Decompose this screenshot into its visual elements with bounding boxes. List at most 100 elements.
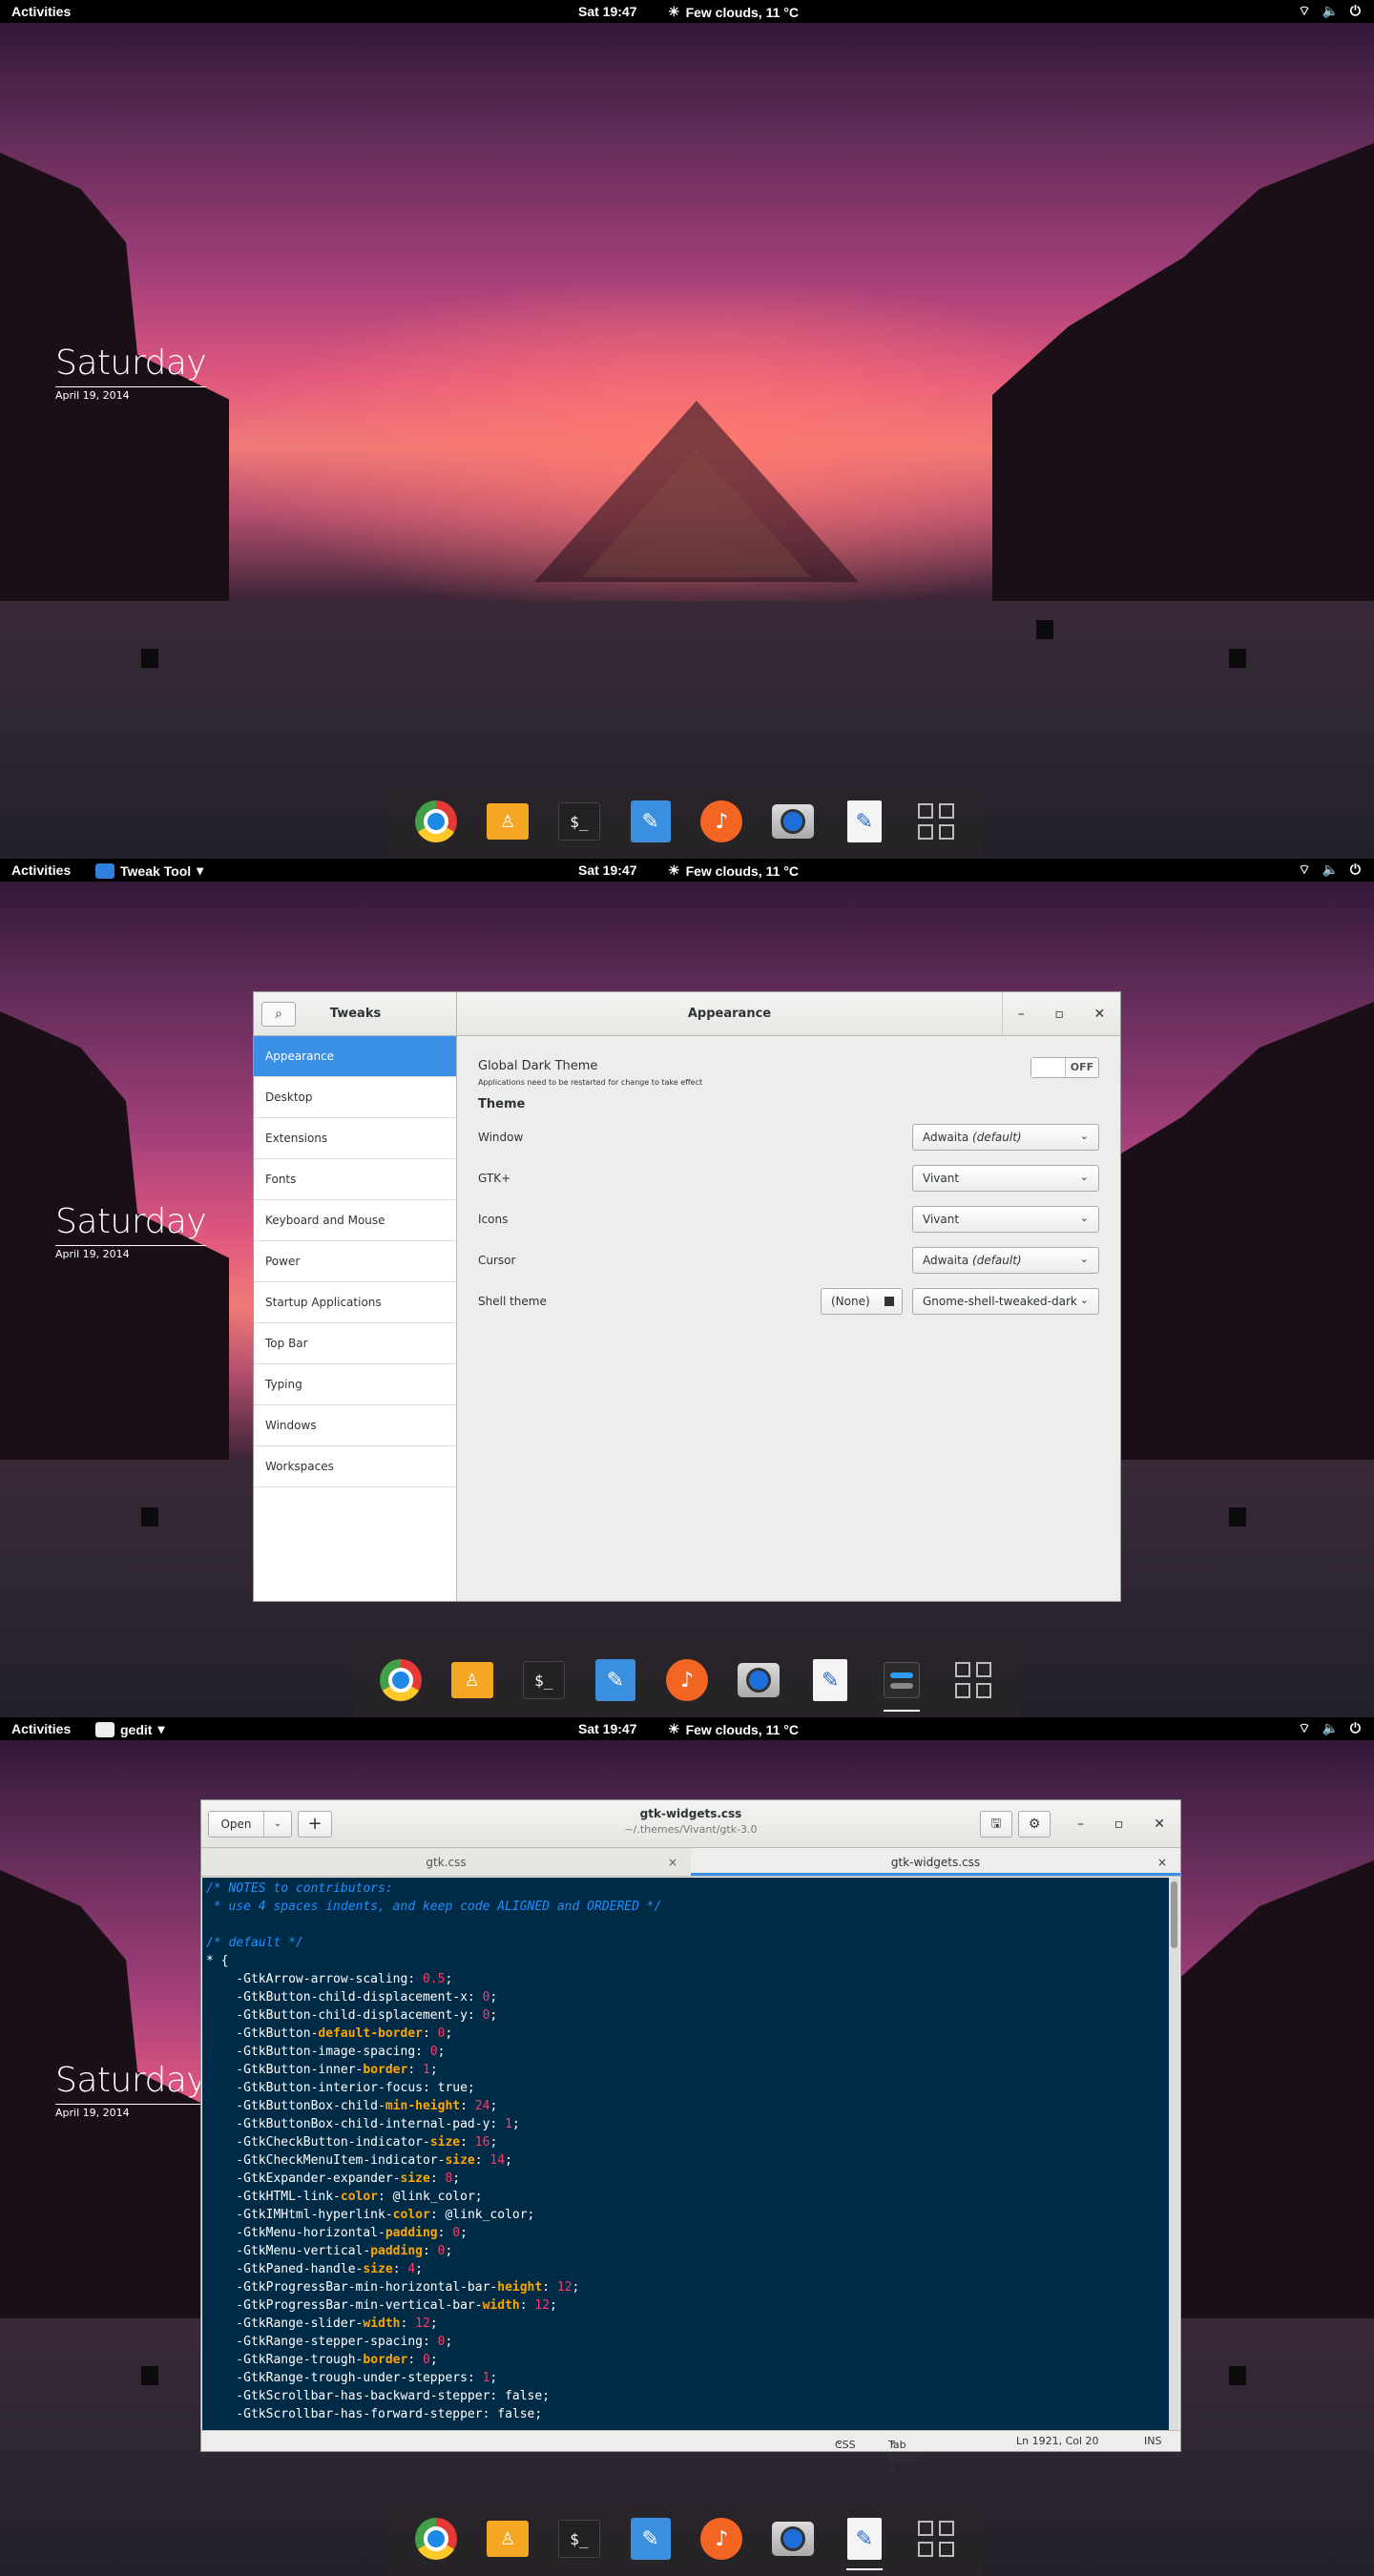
dock-terminal[interactable]: $_ bbox=[557, 2517, 601, 2561]
weather-indicator[interactable]: ☀ Few clouds, 11 °C bbox=[668, 862, 799, 879]
dock-music[interactable]: ♪ bbox=[665, 1658, 709, 1702]
dock-terminal[interactable]: $_ bbox=[522, 1658, 566, 1702]
cursor-theme-select[interactable]: Adwaita (default) ⌄ bbox=[912, 1247, 1099, 1274]
clock[interactable]: Sat 19:47 bbox=[578, 4, 636, 19]
day-name: Saturday bbox=[55, 2061, 207, 2105]
language-label: CSS bbox=[835, 2439, 856, 2451]
tab-gtk-widgets-css[interactable]: gtk-widgets.css × bbox=[691, 1848, 1180, 1876]
bollard bbox=[1229, 2366, 1246, 2385]
dock-gedit[interactable]: ✎ bbox=[843, 800, 886, 843]
shell-theme-reset-button[interactable]: (None) bbox=[821, 1288, 903, 1315]
bollard bbox=[1036, 620, 1053, 639]
icon-theme-select[interactable]: Vivant ⌄ bbox=[912, 1206, 1099, 1233]
date-text: April 19, 2014 bbox=[55, 389, 130, 402]
dark-theme-switch[interactable]: OFF bbox=[1030, 1057, 1099, 1078]
tab-width-selector[interactable]: Tab Width: 8 ⌄ bbox=[888, 2435, 923, 2476]
app-menu-label: Tweak Tool bbox=[120, 862, 192, 879]
shell-theme-select[interactable]: Gnome-shell-tweaked-dark ⌄ bbox=[912, 1288, 1099, 1315]
dock-chrome[interactable] bbox=[379, 1658, 423, 1702]
activities-button[interactable]: Activities bbox=[11, 4, 71, 19]
code-line: /* NOTES to contributors: bbox=[206, 1881, 393, 1896]
dock-camera[interactable] bbox=[737, 1658, 781, 1702]
weather-indicator[interactable]: ☀ Few clouds, 11 °C bbox=[668, 4, 799, 20]
dock-terminal[interactable]: $_ bbox=[557, 800, 601, 843]
sidebar-item-power[interactable]: Power bbox=[254, 1241, 456, 1282]
window-theme-row: Window Adwaita (default) ⌄ bbox=[478, 1124, 1099, 1151]
code-line: -GtkScrollbar-has-backward-stepper: fals… bbox=[206, 2389, 551, 2403]
save-button[interactable]: 🖫 bbox=[980, 1811, 1012, 1838]
minimize-icon[interactable]: – bbox=[1077, 1817, 1084, 1832]
code-editor[interactable]: /* NOTES to contributors: * use 4 spaces… bbox=[202, 1878, 1169, 2430]
sidebar-item-top-bar[interactable]: Top Bar bbox=[254, 1323, 456, 1364]
dock-inkscape[interactable]: ✎ bbox=[629, 2517, 673, 2561]
top-bar: Activities gedit ▾ Sat 19:47 ☀ Few clouds,… bbox=[0, 1717, 1374, 1740]
activities-button[interactable]: Activities bbox=[11, 1721, 71, 1736]
dock-chrome[interactable] bbox=[414, 800, 458, 843]
switch-knob bbox=[1031, 1058, 1066, 1077]
weather-indicator[interactable]: ☀ Few clouds, 11 °C bbox=[668, 1721, 799, 1737]
dock-files[interactable]: ♙ bbox=[486, 800, 530, 843]
gedit-icon: ✎ bbox=[813, 1659, 848, 1701]
weather-text: Few clouds, 11 °C bbox=[685, 1721, 799, 1737]
dock-files[interactable]: ♙ bbox=[486, 2517, 530, 2561]
dock-files[interactable]: ♙ bbox=[450, 1658, 494, 1702]
sidebar-item-keyboard-mouse[interactable]: Keyboard and Mouse bbox=[254, 1200, 456, 1241]
system-tray[interactable]: ⌔ 🔈 ⏻ bbox=[1298, 1720, 1361, 1737]
cursor-theme-value: Adwaita bbox=[923, 1254, 969, 1267]
sidebar-item-startup-applications[interactable]: Startup Applications bbox=[254, 1282, 456, 1323]
shell-theme-value: Gnome-shell-tweaked-dark bbox=[923, 1295, 1077, 1308]
date-text: April 19, 2014 bbox=[55, 2107, 130, 2119]
language-selector[interactable]: CSS ⌄ bbox=[835, 2435, 856, 2451]
activities-button[interactable]: Activities bbox=[11, 862, 71, 878]
dock-inkscape[interactable]: ✎ bbox=[593, 1658, 637, 1702]
sidebar-item-fonts[interactable]: Fonts bbox=[254, 1159, 456, 1200]
sidebar-item-windows[interactable]: Windows bbox=[254, 1405, 456, 1446]
window-theme-value: Adwaita bbox=[923, 1131, 969, 1144]
sidebar-item-desktop[interactable]: Desktop bbox=[254, 1077, 456, 1118]
system-tray[interactable]: ⌔ 🔈 ⏻ bbox=[1298, 862, 1361, 879]
tab-label: gtk.css bbox=[426, 1856, 467, 1869]
dock-gedit[interactable]: ✎ bbox=[843, 2517, 886, 2570]
clock[interactable]: Sat 19:47 bbox=[578, 1721, 636, 1736]
dock-gedit[interactable]: ✎ bbox=[808, 1658, 852, 1702]
dock-camera[interactable] bbox=[771, 800, 815, 843]
clock[interactable]: Sat 19:47 bbox=[578, 862, 636, 878]
code-line: -GtkButton-image-spacing: 0; bbox=[206, 2045, 446, 2059]
vertical-scrollbar[interactable] bbox=[1169, 1878, 1179, 2430]
close-icon[interactable]: ✕ bbox=[1093, 1007, 1105, 1022]
dock-chrome[interactable] bbox=[414, 2517, 458, 2561]
gtk-theme-select[interactable]: Vivant ⌄ bbox=[912, 1165, 1099, 1192]
sidebar-item-typing[interactable]: Typing bbox=[254, 1364, 456, 1405]
terminal-icon: $_ bbox=[522, 1661, 565, 1699]
scrollbar-thumb[interactable] bbox=[1171, 1881, 1177, 1948]
close-icon[interactable]: ✕ bbox=[1154, 1817, 1165, 1832]
tab-bar: gtk.css × gtk-widgets.css × bbox=[201, 1848, 1180, 1877]
minimize-icon[interactable]: – bbox=[1018, 1007, 1025, 1022]
maximize-icon[interactable]: ▫ bbox=[1054, 1007, 1064, 1022]
sidebar-item-extensions[interactable]: Extensions bbox=[254, 1118, 456, 1159]
window-theme-default: (default) bbox=[972, 1131, 1022, 1144]
menu-button[interactable]: ⚙ bbox=[1018, 1811, 1051, 1838]
app-menu[interactable]: gedit ▾ bbox=[95, 1721, 164, 1737]
theme-heading: Theme bbox=[478, 1097, 526, 1111]
sidebar-item-appearance[interactable]: Appearance bbox=[254, 1036, 456, 1077]
dock-music[interactable]: ♪ bbox=[699, 800, 743, 843]
dock-app-grid[interactable] bbox=[914, 2517, 958, 2561]
system-tray[interactable]: ⌔ 🔈 ⏻ bbox=[1298, 3, 1361, 20]
dock-music[interactable]: ♪ bbox=[699, 2517, 743, 2561]
dock-inkscape[interactable]: ✎ bbox=[629, 800, 673, 843]
close-icon[interactable]: × bbox=[1157, 1848, 1167, 1877]
dock: ♙ $_ ✎ ♪ ✎ bbox=[389, 2502, 983, 2576]
date-widget: Saturday April 19, 2014 bbox=[55, 2061, 207, 2119]
power-icon: ⏻ bbox=[1349, 1720, 1361, 1735]
close-icon[interactable]: × bbox=[668, 1848, 677, 1877]
maximize-icon[interactable]: ▫ bbox=[1114, 1817, 1124, 1832]
dock-app-grid[interactable] bbox=[914, 800, 958, 843]
dock-tweak-tool[interactable] bbox=[880, 1658, 924, 1712]
app-menu[interactable]: Tweak Tool ▾ bbox=[95, 862, 203, 879]
dock-camera[interactable] bbox=[771, 2517, 815, 2561]
sidebar-item-workspaces[interactable]: Workspaces bbox=[254, 1446, 456, 1487]
window-theme-select[interactable]: Adwaita (default) ⌄ bbox=[912, 1124, 1099, 1151]
tab-gtk-css[interactable]: gtk.css × bbox=[201, 1848, 691, 1876]
dock-app-grid[interactable] bbox=[951, 1658, 995, 1702]
